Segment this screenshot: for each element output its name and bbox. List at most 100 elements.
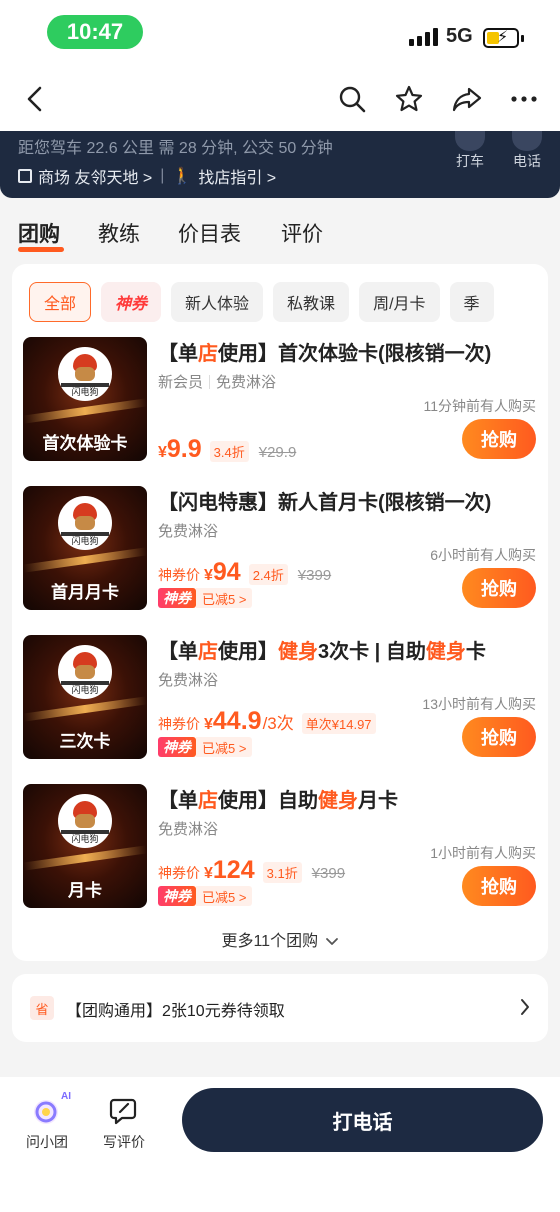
deal-tags: 免费淋浴 [158, 520, 218, 541]
currency: ¥ [204, 865, 213, 882]
shenquan-badge: 神券 [158, 737, 196, 757]
recent-purchase: 13小时前有人购买 [422, 696, 536, 712]
back-icon[interactable] [20, 84, 50, 114]
buy-button[interactable]: 抢购 [462, 568, 536, 608]
write-review-button[interactable]: 写评价 [94, 1095, 154, 1152]
top-nav [0, 66, 560, 132]
tag-divider [209, 374, 211, 389]
logo-dog-face [75, 814, 95, 828]
save-badge: 省 [30, 996, 54, 1020]
store-guide-link[interactable]: 找店指引 > [198, 164, 276, 188]
chip-quarterly[interactable]: 季 [449, 282, 494, 322]
thumb-caption: 首次体验卡 [42, 434, 128, 453]
tab-reviews[interactable]: 评价 [281, 218, 323, 248]
price: 44.9 [212, 707, 262, 735]
coupon-row[interactable]: 神券 已减5 > [158, 737, 253, 757]
tag: 免费淋浴 [158, 523, 219, 540]
car-icon [455, 131, 485, 151]
ask-assistant-button[interactable]: AI 问小团 [17, 1091, 77, 1152]
more-icon[interactable] [509, 84, 539, 114]
logo-text: 闪电狗 [71, 387, 99, 397]
deal-item[interactable]: 闪电狗 三次卡 【单店使用】健身3次卡 | 自助健身卡 免费淋浴 13小时前有人… [12, 635, 548, 775]
buy-button[interactable]: 抢购 [462, 717, 536, 757]
original-price: ¥399 [297, 567, 332, 584]
status-bar: 10:47 5G ⚡ [0, 0, 560, 66]
search-icon[interactable] [337, 84, 367, 114]
light-streak [23, 845, 147, 871]
tag: 新会员 [158, 374, 204, 391]
more-deals-label: 更多11个团购 [221, 933, 319, 950]
bottom-action-bar: AI 问小团 写评价 打电话 [0, 1077, 560, 1212]
discount-badge: 3.1折 [262, 862, 302, 883]
location-row: 商场 友邻天地 > | 🚶 找店指引 > [18, 164, 276, 188]
mall-link[interactable]: 商场 友邻天地 > [38, 164, 152, 188]
thumb-caption: 三次卡 [59, 732, 111, 751]
chevron-right-icon [520, 998, 530, 1021]
price-prefix: 神券价 [158, 567, 200, 583]
chip-weekly-monthly[interactable]: 周/月卡 [359, 282, 440, 322]
mall-icon [18, 169, 32, 183]
chevron-down-icon [325, 937, 338, 945]
more-deals-link[interactable]: 更多11个团购 [12, 927, 548, 951]
groupbuy-card: 全部 神券 新人体验 私教课 周/月卡 季 闪电狗 首次体验卡 【单店使用】首次… [12, 264, 548, 961]
network-label: 5G [446, 25, 473, 47]
price-unit: /3次 [262, 714, 294, 733]
price: 9.9 [166, 435, 202, 463]
deal-item[interactable]: 闪电狗 月卡 【单店使用】自助健身月卡 免费淋浴 1小时前有人购买 神券价 ¥ … [12, 784, 548, 924]
deal-thumbnail: 闪电狗 三次卡 [23, 635, 147, 759]
chip-private-class[interactable]: 私教课 [273, 282, 350, 322]
chip-new-user[interactable]: 新人体验 [171, 282, 264, 322]
tab-price-list[interactable]: 价目表 [178, 218, 241, 248]
deal-tags: 免费淋浴 [158, 818, 218, 839]
buy-button[interactable]: 抢购 [462, 419, 536, 459]
review-label: 写评价 [103, 1134, 145, 1150]
logo-dog-face [75, 367, 95, 381]
tab-coach[interactable]: 教练 [98, 218, 140, 248]
ai-badge: AI [61, 1091, 71, 1102]
status-time: 10:47 [47, 15, 143, 49]
logo-dog-face [75, 516, 95, 530]
deal-title: 【单店使用】健身3次卡 | 自助健身卡 [158, 641, 486, 663]
phone-icon [512, 131, 542, 151]
thumb-caption: 月卡 [68, 881, 102, 900]
coupon-row[interactable]: 神券 已减5 > [158, 886, 253, 906]
discount-badge: 3.4折 [209, 441, 249, 462]
coupon-row[interactable]: 神券 已减5 > [158, 588, 253, 608]
share-icon[interactable] [452, 84, 482, 114]
chip-all[interactable]: 全部 [29, 282, 92, 322]
reduce-label: 已减5 > [196, 886, 253, 906]
chip-shenquan[interactable]: 神券 [101, 282, 162, 322]
coupon-bar[interactable]: 省 【团购通用】2张10元券待领取 [12, 974, 548, 1042]
price-row: 神券价 ¥ 44.9 /3次 单次¥14.97 [158, 707, 376, 736]
tab-groupbuy[interactable]: 团购 [18, 218, 60, 248]
buy-button[interactable]: 抢购 [462, 866, 536, 906]
deal-tags: 免费淋浴 [158, 669, 218, 690]
signal-icon [409, 28, 438, 46]
deal-item[interactable]: 闪电狗 首次体验卡 【单店使用】首次体验卡(限核销一次) 新会员 免费淋浴 11… [12, 337, 548, 477]
light-streak [23, 547, 147, 573]
price: 124 [212, 856, 255, 884]
tag: 免费淋浴 [158, 672, 219, 689]
logo-text: 闪电狗 [71, 685, 99, 695]
price: 94 [212, 558, 241, 586]
taxi-button[interactable]: 打车 [445, 131, 495, 171]
phone-button[interactable]: 电话 [502, 131, 552, 171]
edit-review-icon [108, 1095, 140, 1127]
deal-tags: 新会员 免费淋浴 [158, 371, 276, 392]
call-button[interactable]: 打电话 [182, 1088, 543, 1152]
battery-tip [521, 35, 524, 42]
light-streak [23, 398, 147, 424]
price-prefix: 神券价 [158, 865, 200, 881]
deal-item[interactable]: 闪电狗 首月月卡 【闪电特惠】新人首月卡(限核销一次) 免费淋浴 6小时前有人购… [12, 486, 548, 626]
thumb-caption: 首月月卡 [51, 583, 119, 602]
deal-title: 【单店使用】首次体验卡(限核销一次) [158, 343, 492, 365]
favorite-star-icon[interactable] [394, 84, 424, 114]
walk-icon: 🚶 [172, 168, 193, 185]
shenquan-badge: 神券 [158, 886, 196, 906]
deal-thumbnail: 闪电狗 月卡 [23, 784, 147, 908]
price-row: ¥ 9.9 3.4折 ¥29.9 [158, 435, 296, 464]
logo-text: 闪电狗 [71, 834, 99, 844]
section-tabs: 团购 教练 价目表 评价 [0, 198, 560, 256]
reduce-label: 已减5 > [196, 588, 253, 608]
phone-label: 电话 [513, 153, 541, 169]
